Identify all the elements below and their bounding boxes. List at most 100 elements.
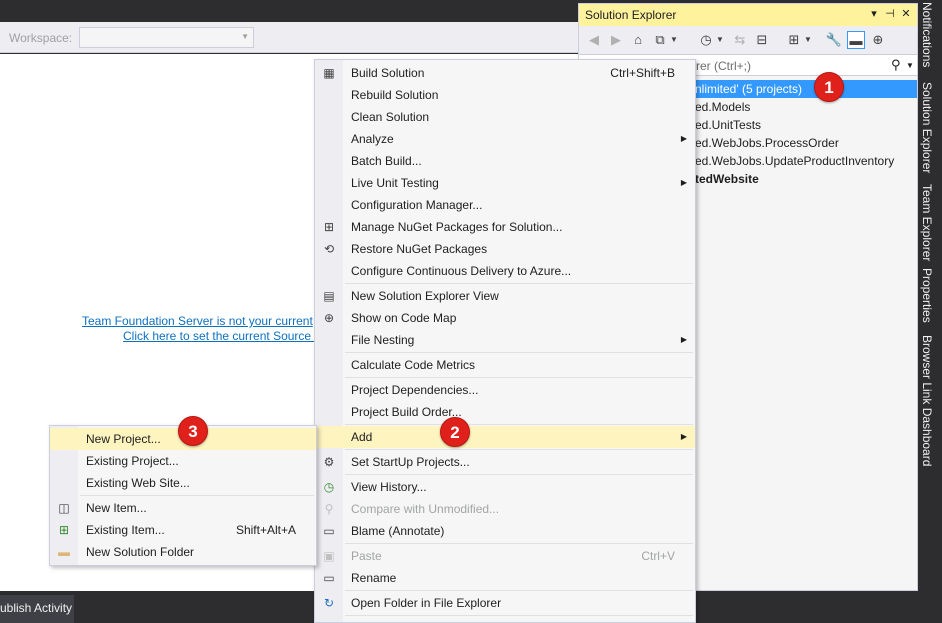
- solution-explorer-title: Solution Explorer: [585, 8, 677, 22]
- submenu-arrow-icon: ▶: [680, 134, 687, 143]
- side-tab-strip: Notifications Solution Explorer Team Exp…: [918, 0, 942, 623]
- tab-browser-link-dashboard[interactable]: Browser Link Dashboard: [920, 335, 934, 466]
- properties-wrench-icon[interactable]: 🔧: [825, 31, 843, 49]
- tfs-message-link[interactable]: Team Foundation Server is not your curre…: [82, 314, 313, 328]
- forward-icon[interactable]: ▶: [607, 31, 625, 49]
- menu-item-compare-unmodified[interactable]: ⚲ Compare with Unmodified...: [315, 498, 695, 520]
- menu-item-configuration-manager[interactable]: Configuration Manager...: [315, 194, 695, 216]
- code-map-icon: ⊕: [323, 311, 335, 325]
- menu-item-label: Manage NuGet Packages for Solution...: [351, 220, 563, 234]
- menu-separator: [345, 352, 693, 353]
- history-icon: ◷: [323, 480, 335, 494]
- menu-separator: [80, 495, 314, 496]
- menu-item-label: View History...: [351, 480, 427, 494]
- tab-notifications[interactable]: Notifications: [920, 2, 934, 67]
- menu-item-manage-nuget[interactable]: ⊞ Manage NuGet Packages for Solution...: [315, 216, 695, 238]
- menu-item-continuous-delivery[interactable]: Configure Continuous Delivery to Azure..…: [315, 260, 695, 282]
- menu-item-existing-item[interactable]: ⊞ Existing Item... Shift+Alt+A: [50, 519, 316, 541]
- annotate-icon: ▭: [323, 524, 335, 538]
- set-source-control-link[interactable]: Click here to set the current Source C: [123, 329, 323, 343]
- existing-item-icon: ⊞: [58, 523, 70, 537]
- menu-separator: [345, 377, 693, 378]
- tree-item-label: ed.WebJobs.ProcessOrder: [695, 136, 839, 150]
- menu-item-label: New Item...: [86, 501, 147, 515]
- menu-item-shortcut: Shift+Alt+A: [235, 523, 296, 537]
- sync-icon[interactable]: ⇆: [731, 31, 749, 49]
- solution-folder-icon: ▬: [58, 545, 70, 559]
- search-placeholder: rer (Ctrl+;): [696, 59, 751, 73]
- menu-item-label: Analyze: [351, 132, 394, 146]
- tree-item-label: nlimited' (5 projects): [695, 82, 802, 96]
- menu-item-build-solution[interactable]: ▦ Build Solution Ctrl+Shift+B: [315, 62, 695, 84]
- menu-item-label: Build Solution: [351, 66, 425, 80]
- menu-item-existing-web-site[interactable]: Existing Web Site...: [50, 472, 316, 494]
- add-submenu: New Project... Existing Project... Exist…: [49, 425, 317, 566]
- chevron-down-icon[interactable]: ▼: [715, 31, 725, 49]
- menu-item-label: Configuration Manager...: [351, 198, 483, 212]
- restore-icon: ⟲: [323, 242, 335, 256]
- code-map-icon[interactable]: ⊕: [869, 31, 887, 49]
- chevron-down-icon[interactable]: ▼: [803, 31, 813, 49]
- tab-properties[interactable]: Properties: [920, 268, 934, 323]
- callout-badge-3: 3: [178, 416, 208, 446]
- menu-item-rebuild-solution[interactable]: Rebuild Solution: [315, 84, 695, 106]
- menu-item-batch-build[interactable]: Batch Build...: [315, 150, 695, 172]
- home-icon[interactable]: ⌂: [629, 31, 647, 49]
- tab-publish-activity[interactable]: ublish Activity: [0, 595, 74, 623]
- menu-separator: [345, 283, 693, 284]
- tab-solution-explorer[interactable]: Solution Explorer: [920, 82, 934, 173]
- menu-item-project-build-order[interactable]: Project Build Order...: [315, 401, 695, 423]
- menu-item-blame[interactable]: ▭ Blame (Annotate): [315, 520, 695, 542]
- menu-item-label: Set StartUp Projects...: [351, 455, 470, 469]
- show-all-files-icon[interactable]: ⊞: [785, 31, 803, 49]
- chevron-down-icon: ▼: [241, 32, 249, 41]
- workspace-label: Workspace:: [9, 31, 73, 45]
- menu-item-file-nesting[interactable]: File Nesting ▶: [315, 329, 695, 351]
- menu-item-project-dependencies[interactable]: Project Dependencies...: [315, 379, 695, 401]
- menu-item-clean-solution[interactable]: Clean Solution: [315, 106, 695, 128]
- gear-icon: ⚙: [323, 455, 335, 469]
- menu-item-open-folder[interactable]: ↻ Open Folder in File Explorer: [315, 592, 695, 614]
- search-icon[interactable]: ⚲: [891, 57, 901, 73]
- menu-item-set-startup-projects[interactable]: ⚙ Set StartUp Projects...: [315, 451, 695, 473]
- menu-item-label: Existing Project...: [86, 454, 179, 468]
- menu-item-new-item[interactable]: ◫ New Item...: [50, 497, 316, 519]
- document-tab-strip: [0, 0, 578, 22]
- workspace-dropdown[interactable]: ▼: [79, 27, 254, 48]
- submenu-arrow-icon: ▶: [680, 178, 687, 187]
- chevron-down-icon[interactable]: ▼: [669, 31, 679, 49]
- pin-icon[interactable]: ⊣: [883, 7, 897, 20]
- tab-team-explorer[interactable]: Team Explorer: [920, 184, 934, 261]
- menu-item-restore-nuget[interactable]: ⟲ Restore NuGet Packages: [315, 238, 695, 260]
- submenu-arrow-icon: ▶: [680, 432, 687, 441]
- paste-icon: ▣: [323, 549, 335, 563]
- menu-item-label: Blame (Annotate): [351, 524, 445, 538]
- solution-explorer-titlebar: Solution Explorer ▾ ⊣ ✕: [579, 4, 917, 26]
- menu-item-live-unit-testing[interactable]: Live Unit Testing ▶: [315, 172, 695, 194]
- nuget-icon: ⊞: [323, 220, 335, 234]
- menu-separator: [345, 449, 693, 450]
- switch-views-icon[interactable]: ⧉: [651, 31, 669, 49]
- menu-item-existing-project[interactable]: Existing Project...: [50, 450, 316, 472]
- menu-item-analyze[interactable]: Analyze ▶: [315, 128, 695, 150]
- menu-item-label: New Project...: [86, 432, 161, 446]
- collapse-all-icon[interactable]: ⊟: [753, 31, 771, 49]
- window-position-dropdown-icon[interactable]: ▾: [867, 7, 881, 20]
- pending-changes-filter-icon[interactable]: ◷: [697, 31, 715, 49]
- menu-item-paste[interactable]: ▣ Paste Ctrl+V: [315, 545, 695, 567]
- menu-item-label: Existing Item...: [86, 523, 165, 537]
- close-icon[interactable]: ✕: [899, 7, 913, 20]
- menu-item-calculate-code-metrics[interactable]: Calculate Code Metrics: [315, 354, 695, 376]
- preview-selected-icon[interactable]: ▬: [847, 31, 865, 49]
- menu-item-view-history[interactable]: ◷ View History...: [315, 476, 695, 498]
- menu-item-rename[interactable]: ▭ Rename: [315, 567, 695, 589]
- chevron-down-icon[interactable]: ▼: [906, 61, 914, 70]
- back-icon[interactable]: ◀: [585, 31, 603, 49]
- tree-item-label: ed.WebJobs.UpdateProductInventory: [695, 154, 895, 168]
- menu-item-add[interactable]: Add ▶: [315, 426, 695, 448]
- menu-item-show-on-code-map[interactable]: ⊕ Show on Code Map: [315, 307, 695, 329]
- menu-separator: [345, 474, 693, 475]
- menu-item-new-solution-explorer-view[interactable]: ▤ New Solution Explorer View: [315, 285, 695, 307]
- menu-item-label: New Solution Explorer View: [351, 289, 499, 303]
- menu-item-new-solution-folder[interactable]: ▬ New Solution Folder: [50, 541, 316, 563]
